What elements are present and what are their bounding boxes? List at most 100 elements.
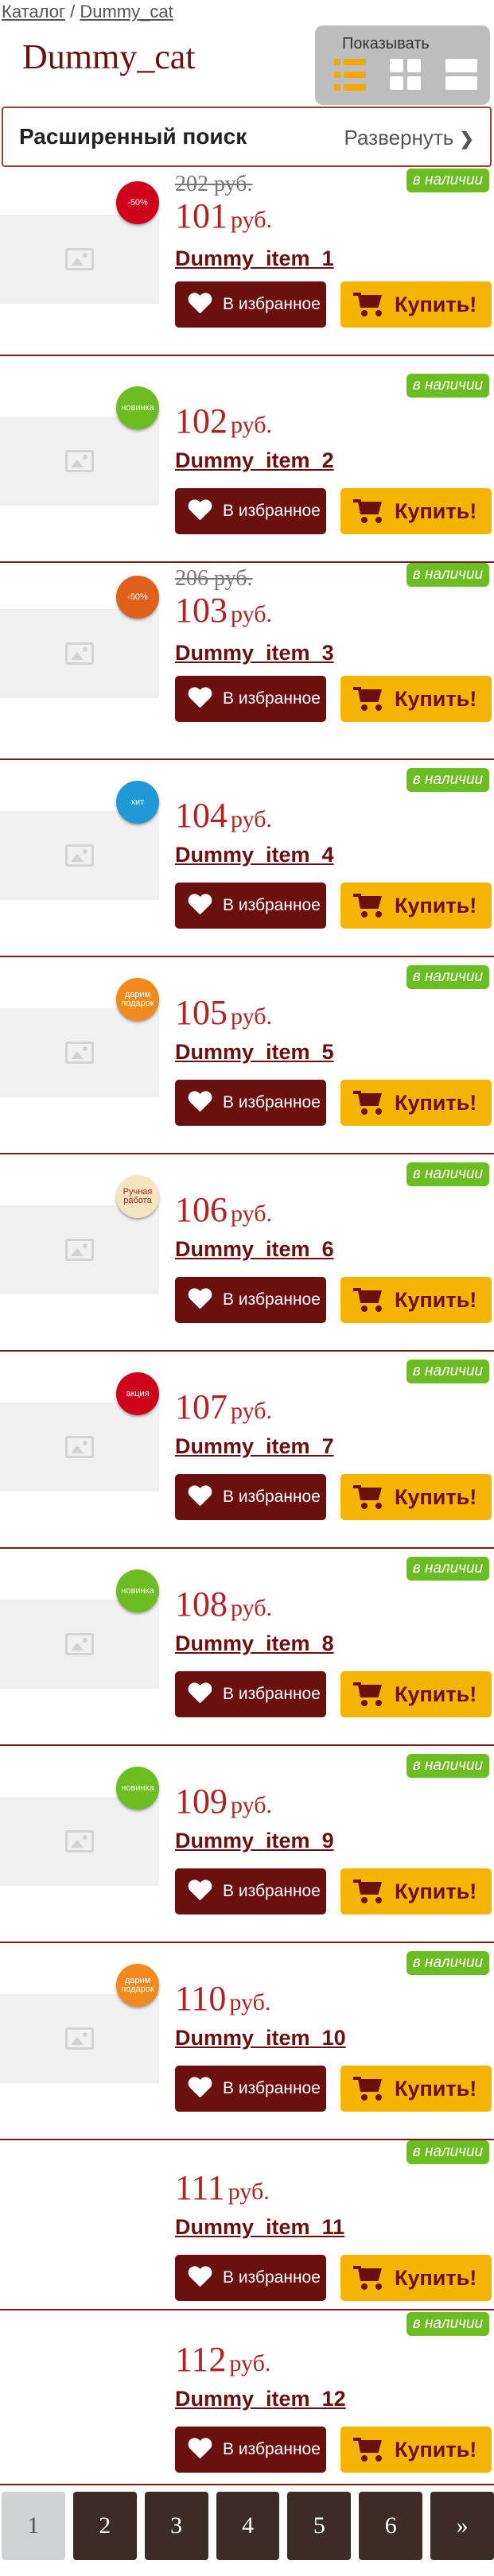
in-stock-badge: в наличии [406,374,489,398]
product-price: 112 руб. [175,2340,271,2379]
image-icon [65,2027,94,2050]
product-item: -50% 206 руб. 103 руб. в наличии Dummy_item_… [0,563,494,760]
product-image-placeholder[interactable] [0,811,159,900]
buy-button[interactable]: Купить! [340,1080,492,1126]
advanced-search-title: Расширенный поиск [19,124,247,149]
product-name-link[interactable]: Dummy_item_6 [175,1237,334,1262]
buy-button[interactable]: Купить! [340,2255,492,2301]
product-badge: новинка [116,386,159,429]
product-name-link[interactable]: Dummy_item_7 [175,1434,334,1459]
buy-button[interactable]: Купить! [340,2427,492,2473]
buy-button[interactable]: Купить! [340,1277,492,1323]
add-to-favorites-button[interactable]: В избранное [175,1671,326,1717]
heart-icon [188,293,212,316]
heart-icon [188,1092,212,1114]
add-to-favorites-button[interactable]: В избранное [175,1868,326,1915]
product-item: акция 107 руб. в наличии Dummy_item_7 В избр… [0,1358,494,1549]
image-icon [65,248,94,270]
product-name-link[interactable]: Dummy_item_5 [175,1040,334,1065]
add-to-favorites-button[interactable]: В избранное [175,2255,326,2301]
product-badge: Ручная работа [116,1175,159,1218]
view-switcher-label: Показывать [342,35,430,52]
buy-button[interactable]: Купить! [340,1474,492,1520]
page-button[interactable]: 5 [287,2492,352,2560]
product-image-placeholder[interactable] [0,1600,159,1689]
product-image-placeholder[interactable] [0,609,159,698]
product-name-link[interactable]: Dummy_item_11 [175,2215,344,2240]
item-divider [0,1350,494,1352]
grid-view-icon[interactable] [390,59,422,91]
product-item: -50% 202 руб. 101 руб. в наличии Dummy_item_… [0,169,494,356]
cart-icon [353,1485,383,1509]
breadcrumb-link-current[interactable]: Dummy_cat [80,2,173,21]
add-to-favorites-button[interactable]: В избранное [175,883,326,929]
product-name-link[interactable]: Dummy_item_8 [175,1631,334,1656]
product-badge: дарим подарок [116,1964,159,2007]
product-name-link[interactable]: Dummy_item_4 [175,843,334,867]
buy-button[interactable]: Купить! [340,1868,492,1915]
product-image-placeholder[interactable] [0,215,159,304]
product-image-placeholder[interactable] [0,1008,159,1097]
buy-button[interactable]: Купить! [340,488,492,534]
product-image-placeholder[interactable] [0,1994,159,2083]
list-view-icon[interactable] [334,59,366,91]
in-stock-badge: в наличии [406,1557,489,1581]
page-button[interactable]: 4 [216,2492,280,2560]
page-button[interactable]: 3 [144,2492,208,2560]
add-to-favorites-button[interactable]: В избранное [175,2066,326,2112]
image-icon [65,1239,94,1261]
add-to-favorites-button[interactable]: В избранное [175,676,326,722]
cart-icon [353,2438,383,2462]
next-page-button[interactable]: » [430,2492,494,2560]
image-icon [65,1633,94,1655]
image-icon [65,642,94,665]
product-price: 108 руб. [175,1585,272,1624]
image-icon [65,1830,94,1852]
product-image-placeholder[interactable] [0,1205,159,1294]
heart-icon [188,688,212,710]
page-button[interactable]: 2 [72,2492,137,2560]
add-to-favorites-button[interactable]: В избранное [175,488,326,534]
product-price: 110 руб. [175,1979,271,2018]
product-item: 111 руб. в наличии Dummy_item_11 В избранно… [0,2139,494,2310]
page-button[interactable]: 6 [359,2492,423,2560]
page-title: Dummy_cat [22,37,196,76]
in-stock-badge: в наличии [406,169,489,192]
view-switcher: Показывать [315,25,490,105]
add-to-favorites-button[interactable]: В избранное [175,1277,326,1323]
breadcrumb-link-catalog[interactable]: Каталог [2,2,65,21]
product-image-placeholder[interactable] [0,417,159,506]
product-name-link[interactable]: Dummy_item_3 [175,641,334,665]
product-name-link[interactable]: Dummy_item_2 [175,448,334,473]
item-divider [0,355,494,356]
product-name-link[interactable]: Dummy_item_10 [175,2026,346,2050]
old-price: 202 руб. [175,172,253,196]
buy-button[interactable]: Купить! [340,883,492,929]
heart-icon [188,1880,212,1903]
product-image-placeholder[interactable] [0,1797,159,1886]
add-to-favorites-button[interactable]: В избранное [175,1080,326,1126]
old-price: 206 руб. [175,566,253,591]
cart-icon [353,499,383,523]
rows-view-icon[interactable] [445,59,477,91]
image-icon [65,1436,94,1458]
add-to-favorites-button[interactable]: В избранное [175,281,326,328]
buy-button[interactable]: Купить! [340,676,492,722]
in-stock-badge: в наличии [406,965,489,989]
product-name-link[interactable]: Dummy_item_1 [175,246,334,271]
buy-button[interactable]: Купить! [340,1671,492,1717]
advanced-search-bar[interactable]: Расширенный поиск Развернуть ❯ [2,107,492,167]
heart-icon [188,2438,212,2461]
product-name-link[interactable]: Dummy_item_12 [175,2387,346,2411]
add-to-favorites-button[interactable]: В избранное [175,1474,326,1520]
item-divider [0,1942,494,1943]
page-button[interactable]: 1 [2,2492,65,2560]
product-image-placeholder[interactable] [0,1402,159,1492]
buy-button[interactable]: Купить! [340,281,492,328]
image-icon [65,1042,94,1064]
expand-toggle[interactable]: Развернуть ❯ [344,126,475,150]
buy-button[interactable]: Купить! [340,2066,492,2112]
add-to-favorites-button[interactable]: В избранное [175,2427,326,2473]
product-price: 101 руб. [175,196,272,235]
product-name-link[interactable]: Dummy_item_9 [175,1829,334,1853]
